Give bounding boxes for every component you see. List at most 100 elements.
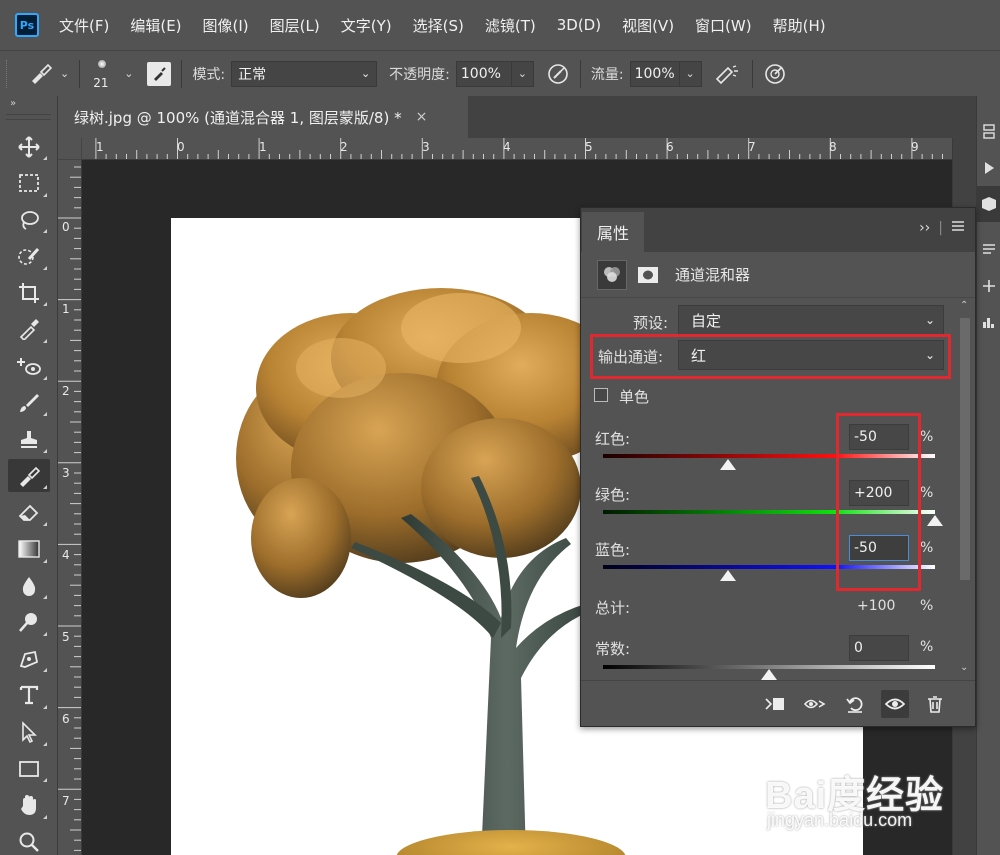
airbrush-icon[interactable] [714, 63, 742, 85]
path-selection-tool-icon[interactable] [8, 716, 50, 749]
properties-tab[interactable]: 属性 [582, 212, 644, 252]
layer-mask-icon[interactable] [633, 260, 663, 290]
brush-caret-icon[interactable]: ⌄ [124, 67, 133, 80]
total-percent: % [920, 598, 934, 614]
ruler-number: 2 [340, 140, 348, 154]
mixer-brush-preset-icon[interactable] [28, 63, 54, 85]
brush-tool-icon[interactable] [8, 386, 50, 419]
rectangle-tool-icon[interactable] [8, 752, 50, 785]
3d-cube-icon[interactable] [977, 186, 1000, 222]
ruler-origin[interactable] [58, 138, 82, 160]
menu-file[interactable]: 文件(F) [59, 15, 109, 36]
channel-mixer-icon[interactable] [597, 259, 627, 290]
layers-panel-icon[interactable] [977, 114, 1000, 150]
green-slider-thumb[interactable] [927, 515, 943, 526]
view-previous-state-icon[interactable] [801, 690, 829, 718]
mixer-brush-tool-icon[interactable] [8, 459, 50, 493]
mode-select[interactable]: 正常 ⌄ [231, 60, 378, 87]
ruler-ticks [95, 138, 943, 159]
preset-select[interactable]: 自定 ⌄ [678, 305, 944, 335]
document-tab[interactable]: 绿树.jpg @ 100% (通道混合器 1, 图层蒙版/8) * × [58, 96, 468, 138]
menu-filter[interactable]: 滤镜(T) [485, 15, 536, 36]
play-icon[interactable] [977, 150, 1000, 186]
monochrome-checkbox[interactable] [594, 388, 608, 402]
baidu-watermark: Bai度经验 jingyan.baidu.com [765, 764, 965, 834]
toolbar-grip[interactable] [6, 114, 51, 120]
pen-tool-icon[interactable] [8, 642, 50, 675]
flow-dropdown-icon[interactable]: ⌄ [679, 60, 702, 87]
menu-image[interactable]: 图像(I) [203, 15, 249, 36]
clone-stamp-tool-icon[interactable] [8, 423, 50, 456]
properties-scrollbar[interactable]: ⌃ ⌄ [956, 300, 974, 680]
menu-view[interactable]: 视图(V) [622, 15, 674, 36]
blur-tool-icon[interactable] [8, 569, 50, 602]
ruler-number: 7 [748, 140, 756, 154]
gradient-tool-icon[interactable] [8, 533, 50, 566]
pressure-opacity-icon[interactable] [546, 62, 570, 86]
collapse-toolbar-icon[interactable]: » [0, 96, 57, 114]
preset-caret-icon[interactable]: ⌄ [60, 67, 69, 80]
horizontal-ruler[interactable]: 1 0 1 2 3 4 5 6 7 8 9 [82, 138, 952, 160]
constant-slider-thumb[interactable] [761, 669, 777, 680]
menu-select[interactable]: 选择(S) [413, 15, 464, 36]
constant-label: 常数: [595, 640, 631, 658]
type-tool-icon[interactable] [8, 679, 50, 712]
collapse-panel-icon[interactable]: ›› [919, 220, 930, 236]
properties-scroll-thumb[interactable] [960, 318, 970, 580]
ruler-number: 8 [829, 140, 837, 154]
tool-submenu-indicator [43, 778, 47, 783]
brush-settings-icon[interactable] [147, 61, 172, 86]
crop-tool-icon[interactable] [8, 276, 50, 309]
menu-3d[interactable]: 3D(D) [557, 16, 601, 34]
eraser-tool-icon[interactable] [8, 496, 50, 529]
hand-tool-icon[interactable] [8, 789, 50, 822]
panel-menu-icon[interactable] [951, 220, 965, 236]
mode-value: 正常 [238, 66, 267, 83]
marquee-tool-icon[interactable] [8, 167, 50, 200]
tool-presets-icon[interactable] [977, 268, 1000, 304]
pressure-size-icon[interactable] [763, 62, 787, 86]
flow-input[interactable]: 100% [629, 60, 680, 87]
scroll-up-icon[interactable]: ⌃ [960, 300, 968, 311]
eyedropper-tool-icon[interactable] [8, 313, 50, 346]
histogram-icon[interactable] [977, 304, 1000, 340]
right-panel-dock [976, 96, 1000, 855]
toggle-visibility-icon[interactable] [881, 689, 909, 718]
menu-help[interactable]: 帮助(H) [773, 15, 826, 36]
lasso-tool-icon[interactable] [8, 203, 50, 236]
opacity-dropdown-icon[interactable]: ⌄ [511, 60, 534, 87]
blue-label: 蓝色: [595, 541, 631, 559]
options-grip[interactable] [6, 59, 16, 88]
menu-edit[interactable]: 编辑(E) [130, 15, 181, 36]
constant-input[interactable]: 0 [849, 635, 909, 661]
opacity-input[interactable]: 100% [455, 60, 512, 87]
menu-type[interactable]: 文字(Y) [341, 15, 392, 36]
options-bar: ⌄ 21 ⌄ 模式: 正常 ⌄ 不透明度: 100% ⌄ 流量: 100% ⌄ [0, 50, 1000, 96]
tool-submenu-indicator [43, 412, 47, 417]
ruler-number: 4 [503, 140, 511, 154]
brush-size-preview[interactable]: 21 [90, 54, 114, 94]
highlight-box [590, 334, 951, 379]
dodge-tool-icon[interactable] [8, 606, 50, 639]
quick-selection-tool-icon[interactable] [8, 240, 50, 273]
photoshop-logo[interactable]: Ps [15, 13, 39, 37]
tools-panel: » [0, 96, 58, 855]
flow-label: 流量: [590, 66, 624, 83]
close-document-icon[interactable]: × [416, 109, 428, 125]
vertical-ruler[interactable]: 0 1 2 3 4 5 6 7 [58, 160, 82, 855]
red-slider-thumb[interactable] [719, 459, 736, 470]
reset-icon[interactable] [841, 690, 869, 718]
ruler-number: 0 [177, 140, 185, 154]
zoom-tool-icon[interactable] [8, 825, 50, 855]
tool-submenu-indicator [43, 229, 47, 234]
paragraph-icon[interactable] [977, 232, 1000, 268]
healing-brush-tool-icon[interactable] [8, 350, 50, 383]
menu-layer[interactable]: 图层(L) [270, 15, 320, 36]
clip-to-layer-icon[interactable] [761, 690, 789, 718]
blue-slider-thumb[interactable] [719, 570, 736, 581]
menu-window[interactable]: 窗口(W) [695, 15, 752, 36]
move-tool-icon[interactable] [8, 130, 50, 163]
green-percent: % [920, 485, 934, 501]
scroll-down-icon[interactable]: ⌄ [960, 662, 968, 673]
delete-icon[interactable] [921, 690, 949, 718]
